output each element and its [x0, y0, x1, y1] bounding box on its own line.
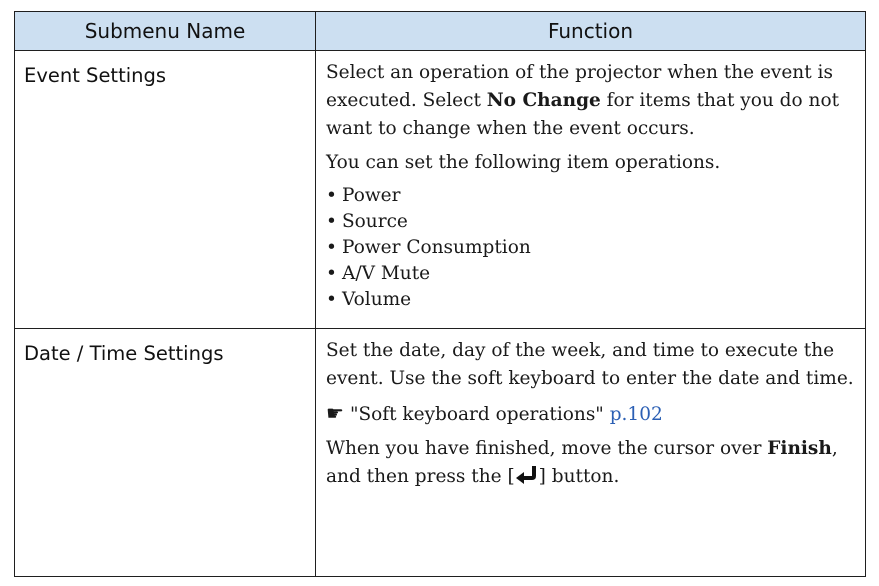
function-event-settings: Select an operation of the projector whe…	[315, 50, 866, 329]
list-item: Power Consumption	[326, 235, 855, 261]
list-item: Volume	[326, 287, 855, 313]
function-date-time-settings: Set the date, day of the week, and time …	[315, 328, 866, 577]
table-row: Event Settings Select an operation of th…	[14, 50, 866, 329]
page-link[interactable]: p.102	[610, 404, 663, 425]
list-item: Source	[326, 209, 855, 235]
submenu-name-event-settings: Event Settings	[14, 50, 316, 329]
item-operations-list: Power Source Power Consumption A/V Mute …	[326, 183, 855, 313]
finish-instruction: When you have finished, move the cursor …	[326, 435, 855, 494]
submenu-name-date-time-settings: Date / Time Settings	[14, 328, 316, 577]
submenu-table: Submenu Name Function Event Settings Sel…	[14, 11, 866, 577]
date-time-description: Set the date, day of the week, and time …	[326, 340, 854, 389]
header-submenu-name: Submenu Name	[14, 11, 316, 51]
header-function: Function	[315, 11, 866, 51]
list-item: A/V Mute	[326, 261, 855, 287]
table-header-row: Submenu Name Function	[14, 11, 866, 51]
item-operations-intro: You can set the following item operation…	[326, 152, 721, 173]
event-settings-description: Select an operation of the projector whe…	[326, 62, 840, 139]
pointing-hand-icon: ☛	[326, 401, 344, 425]
table-row: Date / Time Settings Set the date, day o…	[14, 328, 866, 577]
no-change-term: No Change	[486, 90, 601, 111]
list-item: Power	[326, 183, 855, 209]
cross-reference-title: "Soft keyboard operations"	[349, 404, 610, 425]
finish-term: Finish	[767, 438, 832, 459]
enter-key-icon	[515, 465, 539, 494]
cross-reference: ☛ "Soft keyboard operations" p.102	[326, 399, 855, 429]
